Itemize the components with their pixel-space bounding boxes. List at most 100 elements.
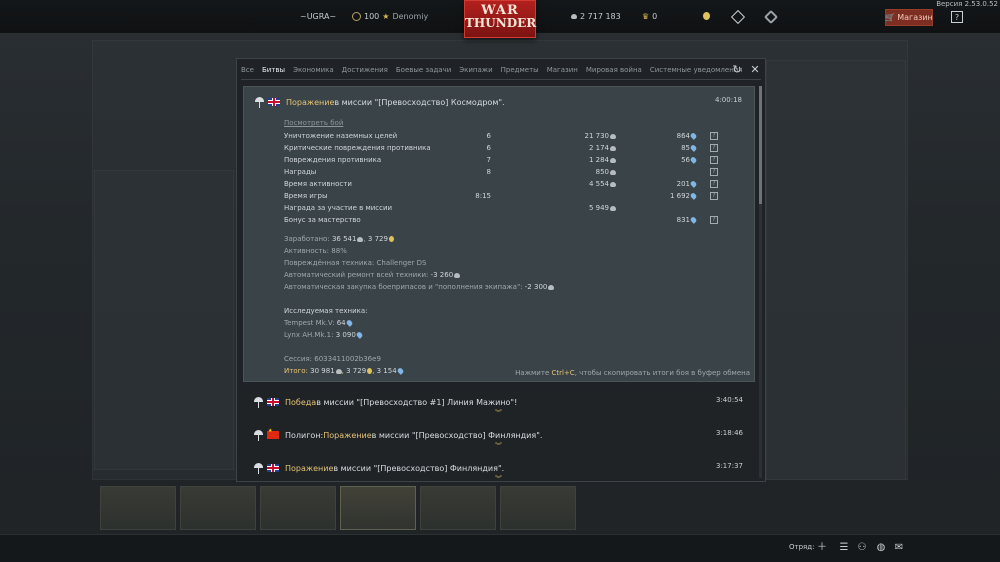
silver-lion-icon [548, 285, 555, 290]
help-icon[interactable]: ? [710, 144, 718, 152]
activity-value: 88% [331, 247, 347, 255]
nickname-text: ~UGRA~ [300, 12, 337, 21]
tab-economy[interactable]: Экономика [293, 66, 334, 74]
lightbulb-icon[interactable] [702, 12, 710, 20]
wrench-icon[interactable] [763, 9, 779, 25]
help-icon[interactable]: ? [710, 180, 718, 188]
stat-row: Время активности 4 554 201 ? [284, 178, 744, 190]
battle-entry[interactable]: Поражение в миссии "[Превосходство] Финл… [243, 453, 755, 478]
battle-entry[interactable]: Полигон: Поражение в миссии "[Превосходс… [243, 420, 755, 452]
damaged-line: Повреждённая техника: Challenger DS [284, 259, 426, 267]
list-icon[interactable]: ☰ [838, 542, 850, 554]
battle-list: Поражение в миссии "[Превосходство] Косм… [243, 86, 757, 478]
help-icon[interactable]: ? [710, 168, 718, 176]
golden-eagles-value: 0 [652, 12, 658, 21]
view-battle-link[interactable]: Посмотреть бой [284, 119, 343, 127]
entry-time: 4:00:18 [715, 96, 742, 104]
vehicle-slot [180, 486, 256, 530]
stat-name: Время активности [284, 180, 352, 188]
vehicle-slot [100, 486, 176, 530]
left-panel [94, 170, 234, 470]
help-icon[interactable]: ? [951, 11, 963, 23]
parachute-icon [253, 462, 264, 474]
stat-rp-value: 1 692 [669, 192, 690, 200]
close-icon[interactable]: ✕ [749, 64, 761, 76]
entry-time: 3:40:54 [716, 396, 743, 404]
research-point-icon [689, 156, 698, 164]
tab-battles[interactable]: Битвы [262, 66, 285, 74]
help-icon[interactable]: ? [710, 192, 718, 200]
stat-sl-value: 4 554 [588, 180, 609, 188]
stat-sl-value: 5 949 [588, 204, 609, 212]
help-icon[interactable]: ? [710, 216, 718, 224]
stat-row: Время игры 8:15 1 692 ? [284, 190, 744, 202]
entry-time: 3:17:37 [716, 462, 743, 470]
research-point-icon [689, 180, 698, 188]
users-icon[interactable]: ⚇ [856, 542, 868, 554]
tab-achievements[interactable]: Достижения [342, 66, 388, 74]
squad-icon [352, 12, 361, 21]
chat-icon[interactable]: ◍ [875, 542, 887, 554]
nickname[interactable]: ~UGRA~ [300, 12, 336, 21]
tab-all[interactable]: Все [241, 66, 254, 74]
war-thunder-logo[interactable]: WAR THUNDER [464, 0, 536, 38]
top-bar: Версия 2.53.0.52 ~UGRA~ 100 ★ Denomiy WA… [0, 0, 1000, 38]
tab-world-war[interactable]: Мировая война [586, 66, 642, 74]
tab-items[interactable]: Предметы [501, 66, 539, 74]
tab-divider [241, 79, 761, 80]
tab-crews[interactable]: Экипажи [459, 66, 492, 74]
battle-entry[interactable]: Победа в миссии "[Превосходство #1] Лини… [243, 387, 755, 419]
silver-lions-balance[interactable]: 2 717 183 [570, 12, 621, 21]
stat-rp: 201 [614, 178, 698, 190]
repair-line: Автоматический ремонт всей техники: -3 2… [284, 271, 461, 279]
stat-rp: 1 692 [614, 190, 698, 202]
tab-system[interactable]: Системные уведомления [650, 66, 743, 74]
stat-sl: 2 174 [540, 142, 616, 154]
stat-rp-value: 864 [676, 132, 690, 140]
stat-row: Бонус за мастерство 831 ? [284, 214, 744, 226]
research-point-icon [388, 236, 394, 242]
chevron-down-icon[interactable]: ︾ [495, 408, 502, 418]
silver-lions-value: 2 717 183 [580, 12, 621, 21]
help-icon[interactable]: ? [710, 156, 718, 164]
uk-flag-icon [267, 464, 279, 472]
activity-line: Активность: 88% [284, 247, 347, 255]
total-sl: 30 981 [310, 367, 335, 375]
stat-sl: 5 949 [540, 202, 616, 214]
scrollbar[interactable] [759, 86, 762, 478]
mail-icon[interactable]: ✉ [893, 542, 905, 554]
stat-name: Награда за участие в миссии [284, 204, 393, 212]
entry-prefix: Полигон: [285, 430, 324, 440]
tab-shop[interactable]: Магазин [547, 66, 578, 74]
stat-sl: 1 284 [540, 154, 616, 166]
refresh-icon[interactable]: ↻ [731, 64, 743, 76]
right-panel [766, 60, 906, 480]
version-label: Версия 2.53.0.52 [936, 0, 998, 8]
entry-time: 3:18:46 [716, 429, 743, 437]
stat-row: Повреждения противника 7 1 284 56 ? [284, 154, 744, 166]
stat-sl: 21 730 [540, 130, 616, 142]
stat-sl: 4 554 [540, 178, 616, 190]
help-icon[interactable]: ? [710, 132, 718, 140]
total-gold: 3 729 [346, 367, 367, 375]
modifications-icon[interactable] [730, 9, 746, 25]
plus-icon[interactable]: ＋ [816, 542, 828, 554]
damaged-label: Повреждённая техника: [284, 259, 375, 267]
silver-lion-icon [610, 206, 616, 211]
scrollbar-thumb[interactable] [759, 86, 762, 204]
golden-eagles-balance[interactable]: ♛ 0 [642, 12, 657, 21]
parachute-icon [254, 96, 265, 108]
golden-eagle-icon: ♛ [642, 12, 650, 21]
tab-battle-tasks[interactable]: Боевые задачи [396, 66, 451, 74]
stat-rp-value: 201 [676, 180, 690, 188]
shop-button[interactable]: 🛒 Магазин [885, 9, 933, 26]
chevron-down-icon[interactable]: ︾ [495, 441, 502, 451]
vehicle-slot [500, 486, 576, 530]
squad-label: Отряд: [789, 543, 815, 551]
clip-hint-key: Ctrl+C [551, 369, 575, 377]
stat-name: Уничтожение наземных целей [284, 132, 398, 140]
squad-info[interactable]: 100 ★ Denomiy [352, 12, 428, 21]
research-point-icon [689, 192, 698, 200]
battle-entry-expanded[interactable]: Поражение в миссии "[Превосходство] Косм… [243, 86, 755, 382]
chevron-down-icon[interactable]: ︾ [495, 474, 502, 478]
